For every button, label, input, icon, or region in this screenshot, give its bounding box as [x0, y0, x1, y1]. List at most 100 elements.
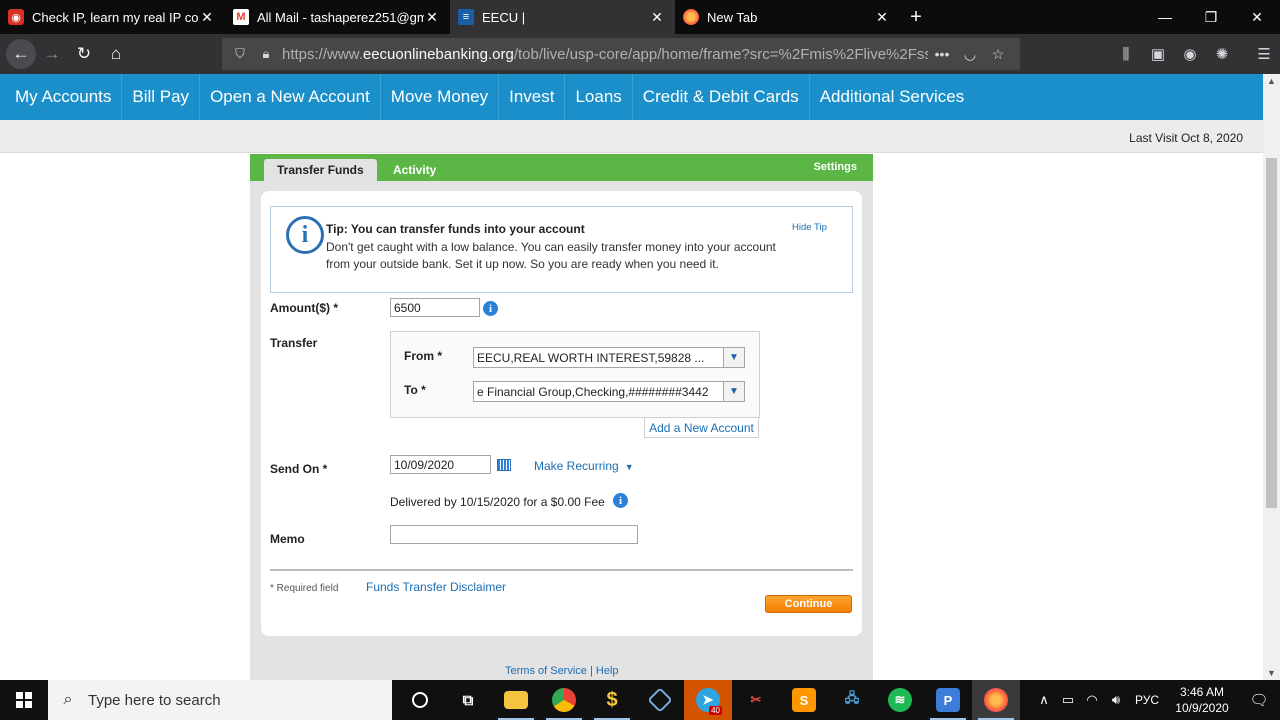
close-tab-icon[interactable]: ✕: [424, 9, 440, 26]
sidebar-icon[interactable]: ▣: [1142, 38, 1174, 70]
restore-icon[interactable]: ❐: [1188, 0, 1234, 34]
volume-icon[interactable]: 🔊︎: [1104, 692, 1128, 708]
forward-arrow-icon[interactable]: →: [36, 38, 68, 70]
calendar-icon[interactable]: [497, 459, 511, 471]
menu-hamburger-icon[interactable]: ☰: [1248, 38, 1280, 70]
close-window-icon[interactable]: ✕: [1234, 0, 1280, 34]
close-tab-icon[interactable]: ✕: [649, 9, 665, 26]
transfer-label: Transfer: [270, 336, 318, 350]
network-app-icon[interactable]: 🖧︎: [828, 680, 876, 720]
info-circle-icon: i: [286, 216, 324, 254]
bookmark-star-icon[interactable]: ☆: [984, 46, 1012, 63]
scrollbar-thumb[interactable]: [1266, 158, 1277, 508]
windows-taskbar: ⌕ Type here to search ⧉ $ ➤ 40 ✂ S 🖧︎ ≋ …: [0, 680, 1280, 720]
spotify-icon[interactable]: ≋: [876, 680, 924, 720]
task-view-icon[interactable]: ⧉: [444, 680, 492, 720]
browser-tab-eecu[interactable]: ≡ EECU | ✕: [450, 0, 675, 34]
page-scrollbar[interactable]: ▲ ▼: [1263, 74, 1280, 680]
firefox-taskbar-icon[interactable]: [972, 680, 1020, 720]
page-actions-icon[interactable]: •••: [928, 46, 956, 62]
battery-icon[interactable]: ▭: [1056, 692, 1080, 708]
add-new-account-link[interactable]: Add a New Account: [644, 418, 759, 438]
browser-tab-gmail[interactable]: M All Mail - tashaperez251@gma ✕: [225, 0, 450, 34]
help-link[interactable]: Help: [596, 665, 619, 677]
nav-loans[interactable]: Loans: [565, 74, 633, 120]
amount-info-icon[interactable]: i: [483, 301, 498, 316]
continue-button[interactable]: Continue: [765, 595, 852, 613]
lock-icon[interactable]: 🔒︎: [256, 46, 276, 62]
extension-icon[interactable]: ✺: [1206, 38, 1238, 70]
nav-bill-pay[interactable]: Bill Pay: [122, 74, 201, 120]
delivery-info-icon[interactable]: i: [613, 493, 628, 508]
settings-link[interactable]: Settings: [814, 161, 857, 173]
cortana-icon[interactable]: [396, 680, 444, 720]
new-tab-plus-icon[interactable]: +: [900, 0, 932, 34]
transfer-form-card: i Tip: You can transfer funds into your …: [261, 191, 862, 636]
tip-body: Don't get caught with a low balance. You…: [326, 240, 776, 271]
close-tab-icon[interactable]: ✕: [874, 9, 890, 26]
hide-tip-link[interactable]: Hide Tip: [792, 222, 827, 233]
cube-app-icon[interactable]: [636, 680, 684, 720]
file-explorer-icon[interactable]: [492, 680, 540, 720]
nav-credit-debit-cards[interactable]: Credit & Debit Cards: [633, 74, 810, 120]
window-controls: — ❐ ✕: [1142, 0, 1280, 34]
amount-input[interactable]: 6500: [390, 298, 480, 317]
taskbar-search-box[interactable]: ⌕ Type here to search: [48, 680, 392, 720]
make-recurring-link[interactable]: Make Recurring ▼: [534, 459, 634, 473]
start-button[interactable]: [0, 680, 48, 720]
telegram-icon[interactable]: ➤ 40: [684, 680, 732, 720]
snipping-tool-icon[interactable]: ✂: [732, 680, 780, 720]
dropdown-arrow-icon[interactable]: ▼: [723, 348, 744, 367]
nav-my-accounts[interactable]: My Accounts: [0, 74, 123, 120]
url-text[interactable]: https://www.eecuonlinebanking.org/tob/li…: [282, 46, 928, 63]
from-account-select[interactable]: EECU,REAL WORTH INTEREST,59828 ... ▼: [473, 347, 745, 368]
language-indicator[interactable]: РУС: [1128, 693, 1166, 707]
tracking-shield-icon[interactable]: ⛉: [230, 46, 250, 62]
to-account-value: e Financial Group,Checking,########3442: [477, 384, 709, 399]
account-icon[interactable]: ◉: [1174, 38, 1206, 70]
tab-title: New Tab: [707, 9, 758, 25]
tab-activity[interactable]: Activity: [380, 159, 449, 181]
scroll-down-icon[interactable]: ▼: [1263, 668, 1280, 678]
scroll-up-icon[interactable]: ▲: [1263, 76, 1280, 86]
notification-center-icon[interactable]: 🗨︎: [1238, 691, 1280, 709]
send-on-date-input[interactable]: 10/09/2020: [390, 455, 491, 474]
minimize-icon[interactable]: —: [1142, 0, 1188, 34]
nav-open-new-account[interactable]: Open a New Account: [200, 74, 381, 120]
browser-toolbar: ← → ↻ ⌂ ⛉ 🔒︎ https://www.eecuonlinebanki…: [0, 34, 1280, 74]
show-hidden-icons-icon[interactable]: ∧: [1032, 692, 1056, 708]
terms-of-service-link[interactable]: Terms of Service: [505, 665, 587, 677]
dropdown-arrow-icon[interactable]: ▼: [723, 382, 744, 401]
browser-tab-new[interactable]: New Tab ✕: [675, 0, 900, 34]
tab-title: EECU |: [482, 9, 526, 25]
pocket-icon[interactable]: ◡: [956, 46, 984, 63]
clock-time: 3:46 AM: [1179, 685, 1225, 699]
browser-tab-ip-check[interactable]: ◉ Check IP, learn my real IP comp ✕: [0, 0, 225, 34]
home-icon[interactable]: ⌂: [100, 38, 132, 70]
funds-transfer-disclaimer-link[interactable]: Funds Transfer Disclaimer: [366, 580, 506, 594]
from-account-value: EECU,REAL WORTH INTEREST,59828 ...: [477, 350, 705, 365]
nav-invest[interactable]: Invest: [499, 74, 566, 120]
back-arrow-icon[interactable]: ←: [6, 39, 36, 69]
vpn-app-icon[interactable]: P: [924, 680, 972, 720]
to-account-select[interactable]: e Financial Group,Checking,########3442 …: [473, 381, 745, 402]
library-icon[interactable]: ⫼: [1110, 38, 1142, 70]
sublime-text-icon[interactable]: S: [780, 680, 828, 720]
url-prefix: https://www.: [282, 45, 363, 63]
reload-icon[interactable]: ↻: [68, 38, 100, 70]
nav-move-money[interactable]: Move Money: [381, 74, 500, 120]
nav-additional-services[interactable]: Additional Services: [810, 74, 975, 120]
dollar-app-icon[interactable]: $: [588, 680, 636, 720]
eecu-favicon-icon: ≡: [458, 9, 474, 25]
close-tab-icon[interactable]: ✕: [199, 9, 215, 26]
send-on-label: Send On *: [270, 462, 328, 476]
last-visit-text: Last Visit Oct 8, 2020: [1129, 131, 1243, 145]
tab-transfer-funds[interactable]: Transfer Funds: [264, 159, 377, 181]
transfer-accounts-box: From * EECU,REAL WORTH INTEREST,59828 ..…: [390, 331, 760, 418]
tip-title: Tip: You can transfer funds into your ac…: [326, 222, 585, 236]
wifi-icon[interactable]: ◠: [1080, 692, 1104, 708]
memo-input[interactable]: [390, 525, 638, 544]
taskbar-clock[interactable]: 3:46 AM 10/9/2020: [1166, 684, 1238, 716]
address-bar[interactable]: ⛉ 🔒︎ https://www.eecuonlinebanking.org/t…: [222, 38, 1020, 70]
chrome-icon[interactable]: [540, 680, 588, 720]
